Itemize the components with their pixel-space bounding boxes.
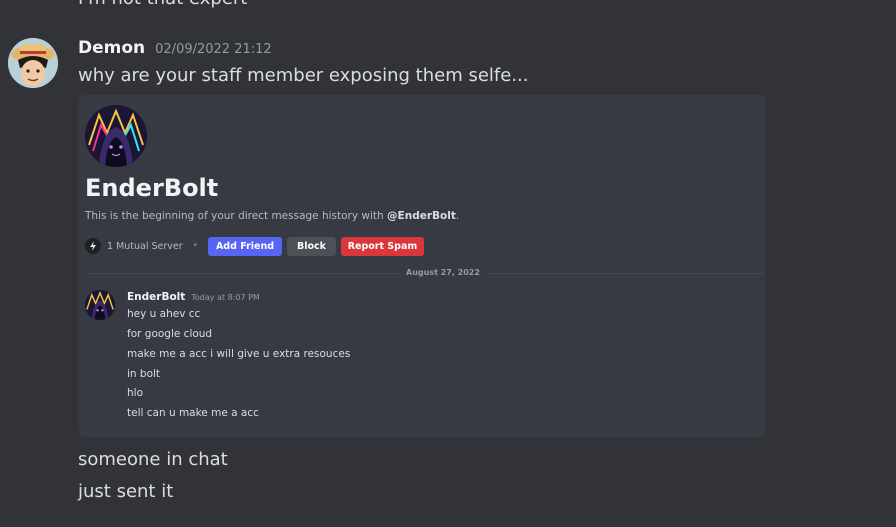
dm-actions-row: 1 Mutual Server • Add Friend Block Repor… — [85, 236, 429, 256]
followup-message: someone in chat — [78, 449, 228, 470]
inner-message-avatar — [85, 290, 115, 320]
inner-message-line: for google cloud — [127, 328, 213, 340]
embedded-image[interactable]: EnderBolt This is the beginning of your … — [78, 95, 766, 437]
inner-message-line: make me a acc i will give u extra resouc… — [127, 348, 351, 360]
mutual-server-label: 1 Mutual Server — [107, 240, 183, 252]
report-spam-button: Report Spam — [340, 236, 424, 256]
block-button: Block — [286, 236, 336, 256]
message-author[interactable]: Demon — [78, 38, 145, 58]
inner-message-line: hlo — [127, 387, 143, 399]
inner-message-line: in bolt — [127, 368, 161, 380]
date-divider: August 27, 2022 — [400, 268, 486, 277]
dm-avatar — [85, 105, 147, 167]
previous-message-text: I'm not that expert — [78, 0, 247, 9]
inner-message-header: EnderBolt Today at 8:07 PM — [127, 291, 260, 303]
user-avatar[interactable] — [8, 38, 58, 88]
dm-mention: @EnderBolt — [387, 210, 456, 222]
dm-username: EnderBolt — [85, 174, 219, 202]
inner-message-line: hey u ahev cc — [127, 308, 201, 320]
inner-message-line: tell can u make me a acc — [127, 407, 259, 419]
message-timestamp: 02/09/2022 21:12 — [155, 42, 272, 57]
inner-message-author: EnderBolt — [127, 291, 186, 303]
message-header: Demon 02/09/2022 21:12 — [78, 38, 272, 62]
server-icon — [85, 238, 101, 254]
add-friend-button: Add Friend — [207, 236, 282, 256]
message-text: why are your staff member exposing them … — [78, 65, 529, 86]
inner-message-timestamp: Today at 8:07 PM — [191, 293, 260, 302]
dm-intro-text: This is the beginning of your direct mes… — [85, 210, 460, 222]
followup-message: just sent it — [78, 481, 174, 502]
separator-dot: • — [192, 241, 198, 251]
